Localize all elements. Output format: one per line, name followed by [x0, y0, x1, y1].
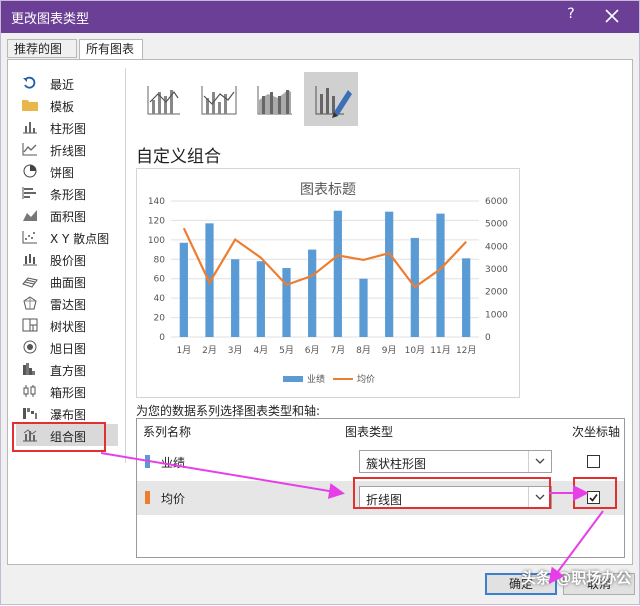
change-chart-type-dialog: 更改图表类型 ? 推荐的图表 所有图表 最近 模板 柱形图 [0, 0, 640, 605]
annotation-arrows [100, 452, 604, 585]
